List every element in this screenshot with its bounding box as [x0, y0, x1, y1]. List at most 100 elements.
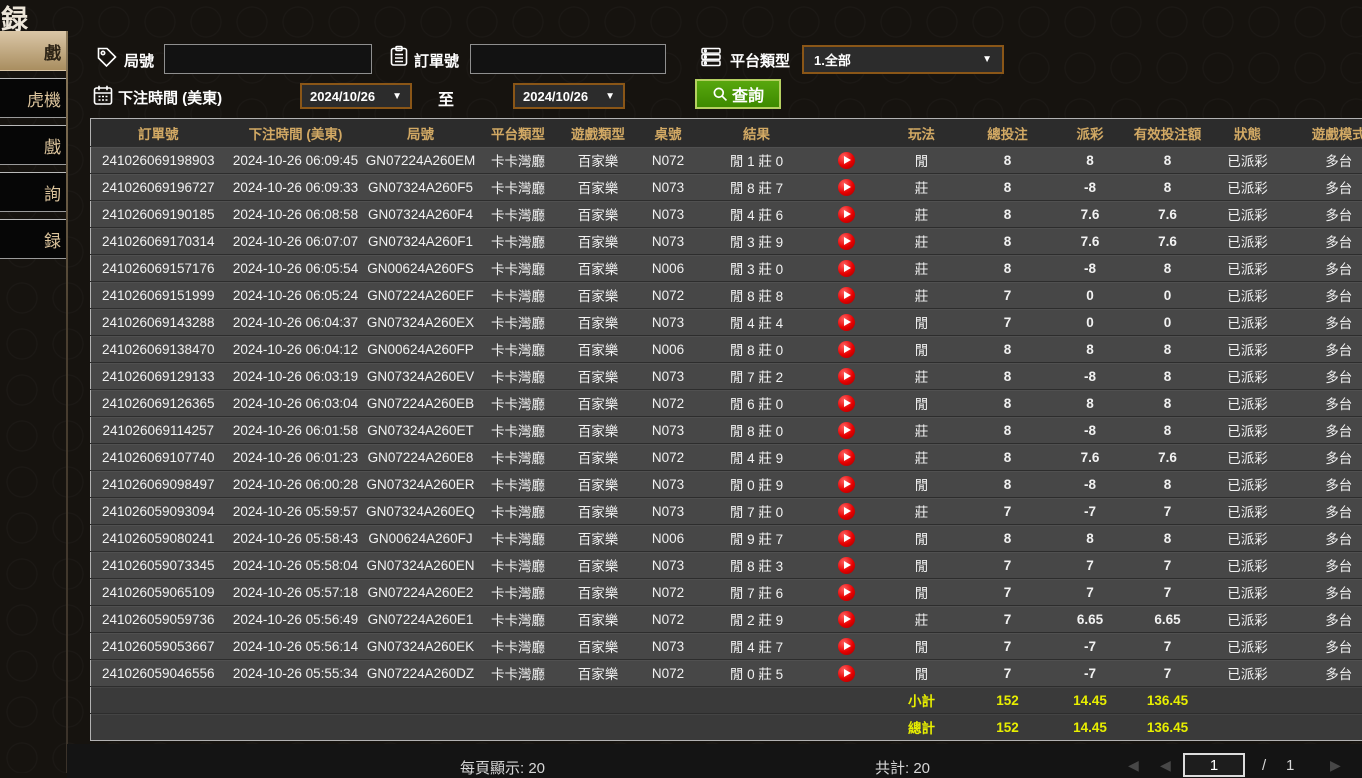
game-mode-cell: 多台 [1288, 255, 1362, 282]
table-number-cell: N073 [636, 633, 701, 660]
search-button-label: 查詢 [732, 82, 764, 106]
replay-cell [813, 309, 881, 336]
replay-play-button[interactable] [838, 557, 855, 574]
round-number-cell: GN07324A260ER [366, 471, 476, 498]
next-page-button[interactable]: ▶ [1330, 757, 1341, 774]
table-number-cell: N006 [636, 255, 701, 282]
replay-play-button[interactable] [838, 638, 855, 655]
grand-total-row: 總計15214.45136.45 [91, 714, 1362, 741]
replay-play-button[interactable] [838, 233, 855, 250]
replay-play-button[interactable] [838, 314, 855, 331]
payout-cell: 0 [1053, 309, 1128, 336]
status-cell: 已派彩 [1208, 606, 1288, 633]
platform-type-select[interactable]: 1.全部 ▼ [802, 45, 1004, 74]
replay-play-button[interactable] [838, 395, 855, 412]
replay-play-button[interactable] [838, 611, 855, 628]
valid-bet-cell: 0 [1128, 309, 1208, 336]
replay-play-button[interactable] [838, 206, 855, 223]
payout-cell: -8 [1053, 255, 1128, 282]
total-bet-cell: 7 [963, 660, 1053, 687]
replay-play-button[interactable] [838, 422, 855, 439]
replay-play-button[interactable] [838, 260, 855, 277]
play-method-cell: 莊 [881, 282, 963, 309]
valid-bet-cell: 7.6 [1128, 201, 1208, 228]
sidebar-item-query[interactable]: 詢 [0, 172, 66, 212]
search-button[interactable]: 查詢 [695, 79, 781, 109]
payout-cell: 8 [1053, 336, 1128, 363]
play-method-cell: 莊 [881, 201, 963, 228]
result-cell: 閒 7 莊 2 [701, 363, 813, 390]
play-method-cell: 閒 [881, 471, 963, 498]
order-number-cell: 241026059046556 [91, 660, 226, 687]
prev-page-button[interactable]: ◀ [1160, 757, 1171, 774]
sidebar-item-games[interactable]: 戲 [0, 125, 66, 165]
empty-cell [636, 687, 701, 714]
play-method-cell: 閒 [881, 633, 963, 660]
column-header: 下注時間 (美東) [226, 119, 366, 147]
replay-play-button[interactable] [838, 341, 855, 358]
replay-play-button[interactable] [838, 665, 855, 682]
bet-time-cell: 2024-10-26 06:04:12 [226, 336, 366, 363]
payout-cell: 6.65 [1053, 606, 1128, 633]
replay-play-button[interactable] [838, 152, 855, 169]
page-number-input[interactable]: 1 [1183, 753, 1245, 777]
game-mode-cell: 多台 [1288, 444, 1362, 471]
replay-play-button[interactable] [838, 287, 855, 304]
order-number-input[interactable] [470, 44, 666, 74]
bet-time-cell: 2024-10-26 06:03:19 [226, 363, 366, 390]
sidebar-item-live-games[interactable]: 戲 [0, 31, 66, 71]
bet-time-cell: 2024-10-26 06:00:28 [226, 471, 366, 498]
replay-play-button[interactable] [838, 584, 855, 601]
result-cell: 閒 2 莊 9 [701, 606, 813, 633]
replay-cell [813, 201, 881, 228]
game-mode-cell: 多台 [1288, 498, 1362, 525]
status-cell: 已派彩 [1208, 579, 1288, 606]
bet-time-cell: 2024-10-26 05:58:04 [226, 552, 366, 579]
replay-cell [813, 147, 881, 174]
game-mode-cell: 多台 [1288, 606, 1362, 633]
valid-bet-cell: 8 [1128, 255, 1208, 282]
game-type-cell: 百家樂 [561, 336, 636, 363]
sidebar-item-records[interactable]: 録 [0, 219, 66, 259]
replay-play-button[interactable] [838, 503, 855, 520]
replay-play-button[interactable] [838, 368, 855, 385]
result-cell: 閒 0 莊 9 [701, 471, 813, 498]
sidebar-item-label: 戲 [44, 133, 61, 158]
first-page-button[interactable]: ◀ [1128, 757, 1139, 774]
platform-type-cell: 卡卡灣廳 [476, 444, 561, 471]
date-to-select[interactable]: 2024/10/26 ▼ [513, 83, 625, 109]
empty-cell [366, 687, 476, 714]
payout-cell: -8 [1053, 363, 1128, 390]
date-from-select[interactable]: 2024/10/26 ▼ [300, 83, 412, 109]
replay-play-button[interactable] [838, 476, 855, 493]
sidebar-divider [66, 31, 68, 773]
total-bet-cell: 7 [963, 579, 1053, 606]
platform-type-cell: 卡卡灣廳 [476, 363, 561, 390]
game-type-cell: 百家樂 [561, 228, 636, 255]
replay-play-button[interactable] [838, 449, 855, 466]
payout-cell: 7.6 [1053, 444, 1128, 471]
game-mode-cell: 多台 [1288, 309, 1362, 336]
table-number-cell: N072 [636, 444, 701, 471]
sidebar-item-slots[interactable]: 虎機 [0, 78, 66, 118]
replay-cell [813, 660, 881, 687]
empty-cell [226, 687, 366, 714]
subtotal-row-value: 136.45 [1128, 687, 1208, 714]
chevron-down-icon: ▼ [392, 91, 402, 102]
empty-cell [561, 687, 636, 714]
subtotal-row-value: 小計 [881, 687, 963, 714]
bet-time-cell: 2024-10-26 05:58:43 [226, 525, 366, 552]
replay-play-button[interactable] [838, 179, 855, 196]
result-cell: 閒 7 莊 0 [701, 498, 813, 525]
round-number-input[interactable] [164, 44, 372, 74]
result-cell: 閒 9 莊 7 [701, 525, 813, 552]
result-cell: 閒 4 莊 9 [701, 444, 813, 471]
payout-cell: -8 [1053, 174, 1128, 201]
replay-play-button[interactable] [838, 530, 855, 547]
replay-cell [813, 282, 881, 309]
platform-type-cell: 卡卡灣廳 [476, 174, 561, 201]
game-type-cell: 百家樂 [561, 471, 636, 498]
replay-cell [813, 174, 881, 201]
table-row: 2410260691291332024-10-26 06:03:19GN0732… [91, 363, 1362, 390]
empty-cell [476, 687, 561, 714]
